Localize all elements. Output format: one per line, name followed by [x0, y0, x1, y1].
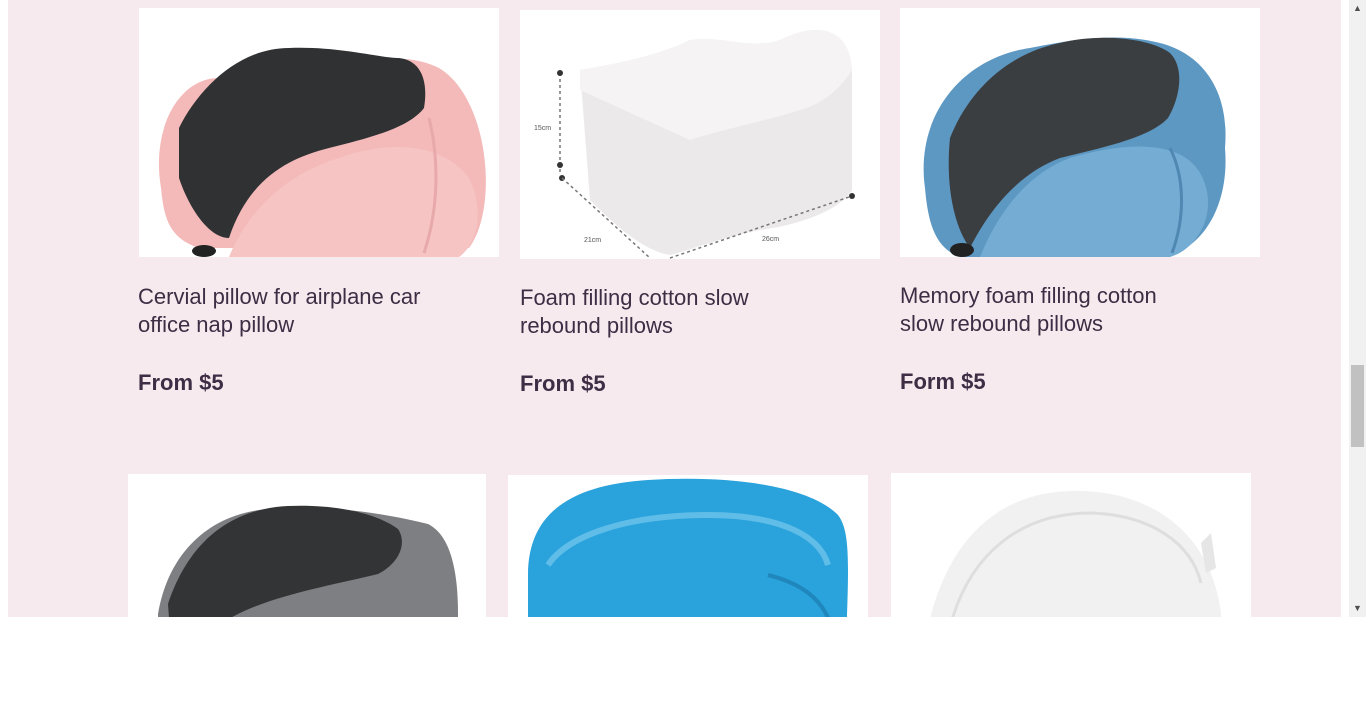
height-dimension-label: 15cm	[534, 125, 551, 132]
blue-neck-pillow-graphic	[900, 8, 1260, 257]
blank-area-below-viewport	[0, 617, 1366, 728]
product-title[interactable]: Cervial pillow for airplane car office n…	[138, 283, 438, 339]
blue-folded-blanket-image[interactable]	[508, 475, 868, 617]
product-card-cervical-pillow[interactable]: Cervial pillow for airplane car office n…	[8, 0, 499, 420]
product-card-foam-knee-pillow[interactable]: 15cm 21cm 26cm Foam filling cotton slow …	[408, 0, 880, 420]
browser-viewport: Cervial pillow for airplane car office n…	[0, 0, 1366, 617]
blue-neck-pillow-image[interactable]	[900, 8, 1260, 257]
scroll-up-arrow-icon[interactable]: ▲	[1349, 0, 1366, 17]
product-grid-page: Cervial pillow for airplane car office n…	[8, 0, 1341, 617]
gray-neck-pillow-image[interactable]	[128, 474, 486, 617]
product-card-blue-blanket[interactable]	[508, 460, 888, 617]
product-card-gray-neck-pillow[interactable]	[8, 460, 508, 617]
product-card-white-foam-pillow[interactable]	[888, 460, 1288, 617]
white-foam-pillow-image[interactable]	[891, 473, 1251, 617]
scrollbar-thumb[interactable]	[1351, 365, 1364, 447]
product-title[interactable]: Memory foam filling cotton slow rebound …	[900, 282, 1200, 338]
product-card-memory-foam-pillow[interactable]: Memory foam filling cotton slow rebound …	[788, 0, 1288, 420]
blue-blanket-graphic	[508, 475, 868, 617]
gray-neck-pillow-graphic	[128, 474, 486, 617]
white-foam-pillow-graphic	[891, 473, 1251, 617]
vertical-scrollbar[interactable]: ▲ ▼	[1349, 0, 1366, 617]
width-dimension-label: 21cm	[584, 237, 601, 244]
product-title[interactable]: Foam filling cotton slow rebound pillows	[520, 284, 820, 340]
product-price: From $5	[520, 371, 606, 396]
length-dimension-label: 26cm	[762, 236, 779, 243]
product-price: From $5	[138, 370, 224, 395]
scroll-down-arrow-icon[interactable]: ▼	[1349, 600, 1366, 617]
product-price: Form $5	[900, 369, 986, 394]
